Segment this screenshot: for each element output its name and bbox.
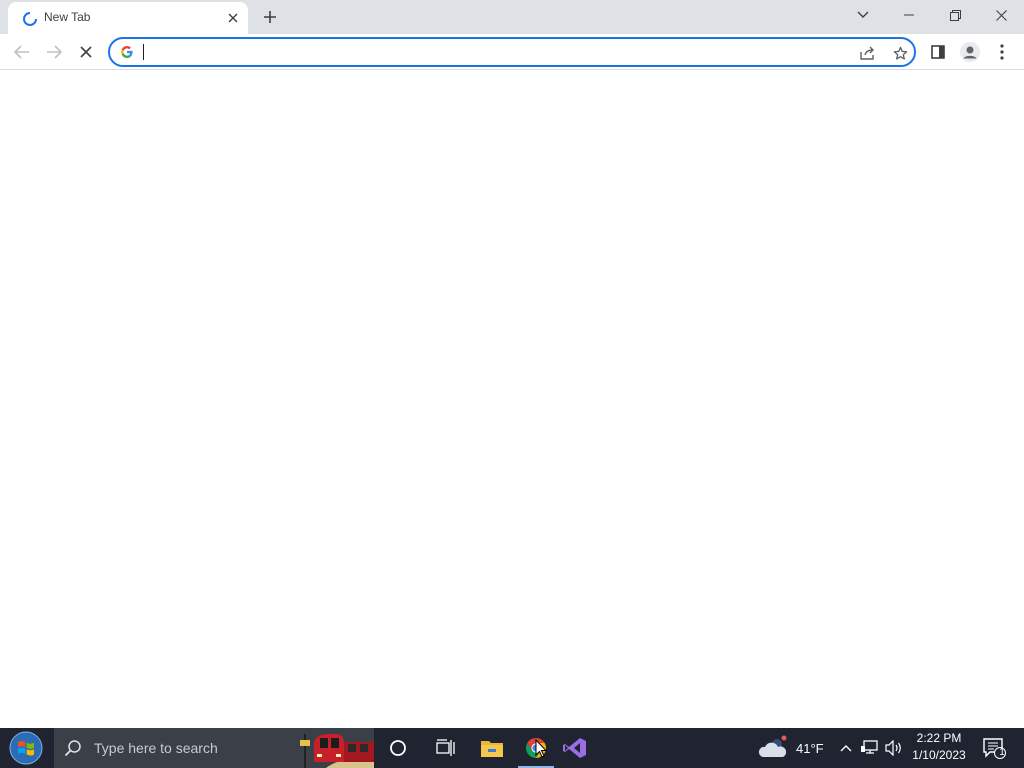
text-caret — [143, 44, 144, 60]
clock-time: 2:22 PM — [916, 731, 962, 745]
notification-count: 1 — [999, 747, 1005, 758]
tab-search-chevron-down-icon[interactable] — [840, 0, 886, 30]
address-bar[interactable] — [108, 37, 916, 67]
tab-strip: New Tab — [0, 0, 1024, 34]
weather-temperature[interactable]: 41°F — [796, 741, 824, 756]
share-icon[interactable] — [856, 41, 880, 65]
notification-center-icon[interactable]: 1 — [980, 734, 1008, 762]
task-view-icon[interactable] — [424, 728, 468, 768]
profile-avatar-icon[interactable] — [956, 38, 984, 66]
tab-title: New Tab — [44, 10, 91, 24]
minimize-button[interactable] — [886, 0, 932, 30]
page-content — [0, 71, 1024, 728]
search-highlight-train-icon — [296, 728, 374, 768]
restore-button[interactable] — [932, 0, 978, 30]
back-arrow-icon[interactable] — [8, 38, 36, 66]
windows-logo-icon — [9, 731, 43, 765]
bookmark-star-icon[interactable] — [888, 41, 912, 65]
loading-spinner-icon — [23, 12, 37, 26]
new-tab-button[interactable] — [258, 5, 282, 29]
taskbar-search-placeholder: Type here to search — [94, 740, 218, 756]
chevron-up-icon[interactable] — [834, 728, 858, 768]
address-input[interactable] — [142, 41, 842, 63]
browser-toolbar — [0, 34, 1024, 70]
visual-studio-icon[interactable] — [553, 728, 597, 768]
weather-partly-cloudy-icon[interactable] — [754, 728, 794, 768]
system-clock[interactable]: 2:22 PM 1/10/2023 — [904, 730, 974, 764]
cortana-icon[interactable] — [376, 728, 420, 768]
mouse-pointer-icon — [535, 739, 547, 758]
close-window-button[interactable] — [978, 0, 1024, 30]
search-icon — [64, 740, 81, 757]
taskbar: Type here to search 41°F 2:22 PM 1/10/20… — [0, 728, 1024, 768]
clock-date: 1/10/2023 — [912, 748, 966, 762]
stop-loading-icon[interactable] — [72, 38, 100, 66]
tab-close-icon[interactable] — [224, 9, 242, 27]
start-button[interactable] — [0, 728, 52, 768]
taskbar-search-box[interactable]: Type here to search — [54, 728, 374, 768]
volume-icon[interactable] — [882, 728, 906, 768]
more-menu-icon[interactable] — [988, 38, 1016, 66]
google-g-icon — [121, 45, 133, 58]
side-panel-icon[interactable] — [924, 38, 952, 66]
tab-new-tab[interactable]: New Tab — [8, 2, 248, 34]
file-explorer-icon[interactable] — [470, 728, 514, 768]
network-icon[interactable] — [858, 728, 882, 768]
forward-arrow-icon[interactable] — [40, 38, 68, 66]
